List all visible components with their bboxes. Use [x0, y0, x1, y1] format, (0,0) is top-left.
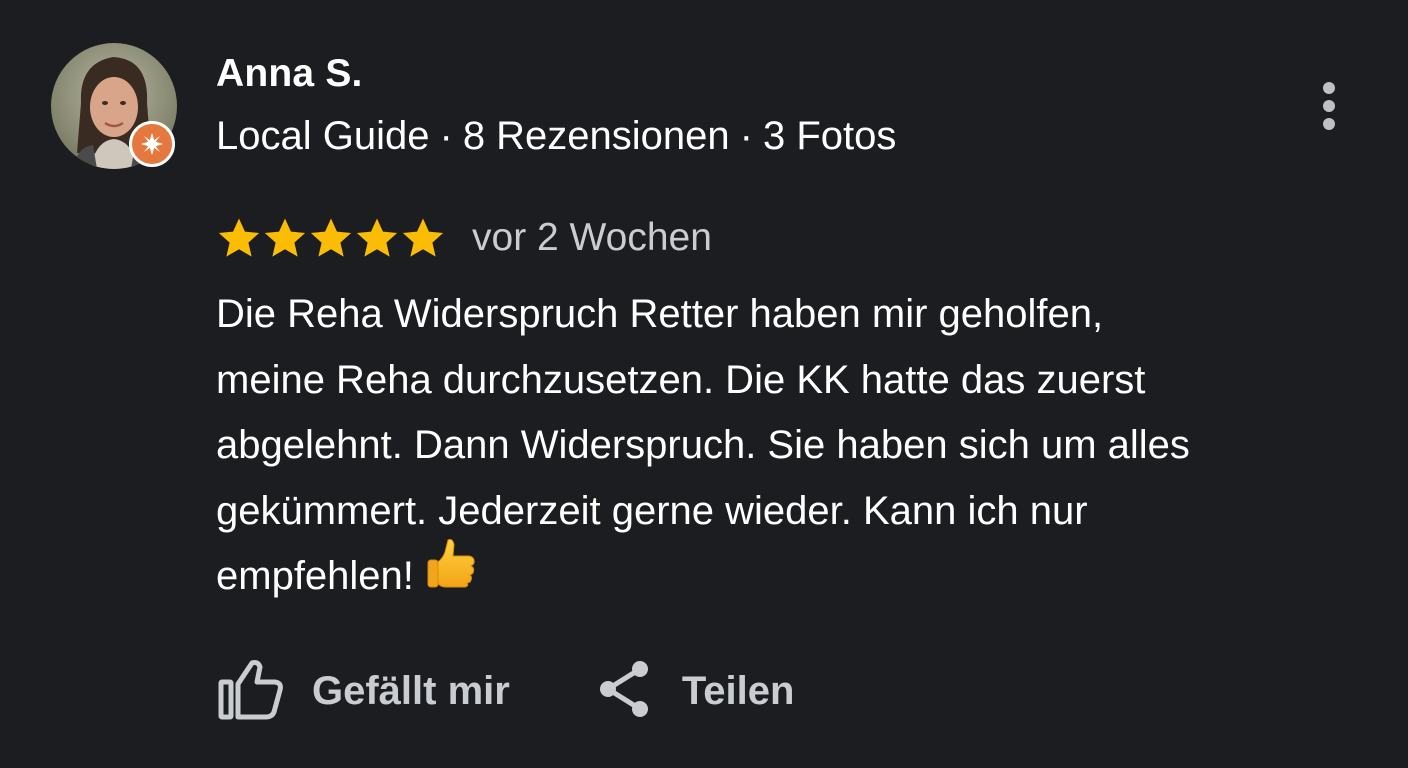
- review-text-end: empfehlen!: [216, 554, 414, 598]
- thumbs-up-icon: [426, 536, 478, 609]
- star-icon: [218, 218, 260, 257]
- share-label: Teilen: [681, 668, 795, 713]
- rating-row: vor 2 Wochen: [216, 212, 712, 264]
- star-icon: [264, 218, 306, 257]
- more-options-button[interactable]: [1310, 78, 1350, 134]
- review-text-line: Die Reha Widerspruch Retter haben mir ge…: [216, 292, 1104, 336]
- author-name[interactable]: Anna S.: [216, 52, 363, 96]
- star-rating: [216, 215, 446, 261]
- star-icon: [402, 218, 444, 257]
- avatar[interactable]: [51, 43, 177, 169]
- like-button[interactable]: Gefällt mir: [216, 657, 510, 726]
- review-text-line: abgelehnt. Dann Widerspruch. Sie haben s…: [216, 423, 1190, 467]
- review-text: Die Reha Widerspruch Retter haben mir ge…: [216, 282, 1356, 610]
- meta-separator: ·: [439, 114, 453, 158]
- author-role: Local Guide: [216, 114, 430, 158]
- review-card: Anna S. Local Guide · 8 Rezensionen · 3 Foto…: [0, 0, 1408, 768]
- meta-separator: ·: [739, 114, 753, 158]
- author-photo-count: 3 Fotos: [763, 114, 897, 158]
- author-review-count: 8 Rezensionen: [462, 114, 730, 158]
- star-icon: [310, 218, 352, 257]
- review-actions: Gefällt mir Teilen: [216, 656, 794, 726]
- review-text-line-last: empfehlen!: [216, 539, 1356, 610]
- review-text-line: meine Reha durchzusetzen. Die KK hatte d…: [216, 357, 1146, 402]
- local-guide-badge-icon: [129, 121, 175, 167]
- share-button[interactable]: Teilen: [596, 657, 795, 726]
- review-text-line: gekümmert. Jederzeit gerne wieder. Kann …: [216, 488, 1088, 533]
- share-icon: [596, 657, 652, 726]
- star-icon: [356, 218, 398, 257]
- like-label: Gefällt mir: [312, 668, 510, 713]
- review-date: vor 2 Wochen: [472, 216, 712, 259]
- thumbs-up-outline-icon: [216, 657, 284, 726]
- author-meta[interactable]: Local Guide · 8 Rezensionen · 3 Fotos: [216, 114, 896, 159]
